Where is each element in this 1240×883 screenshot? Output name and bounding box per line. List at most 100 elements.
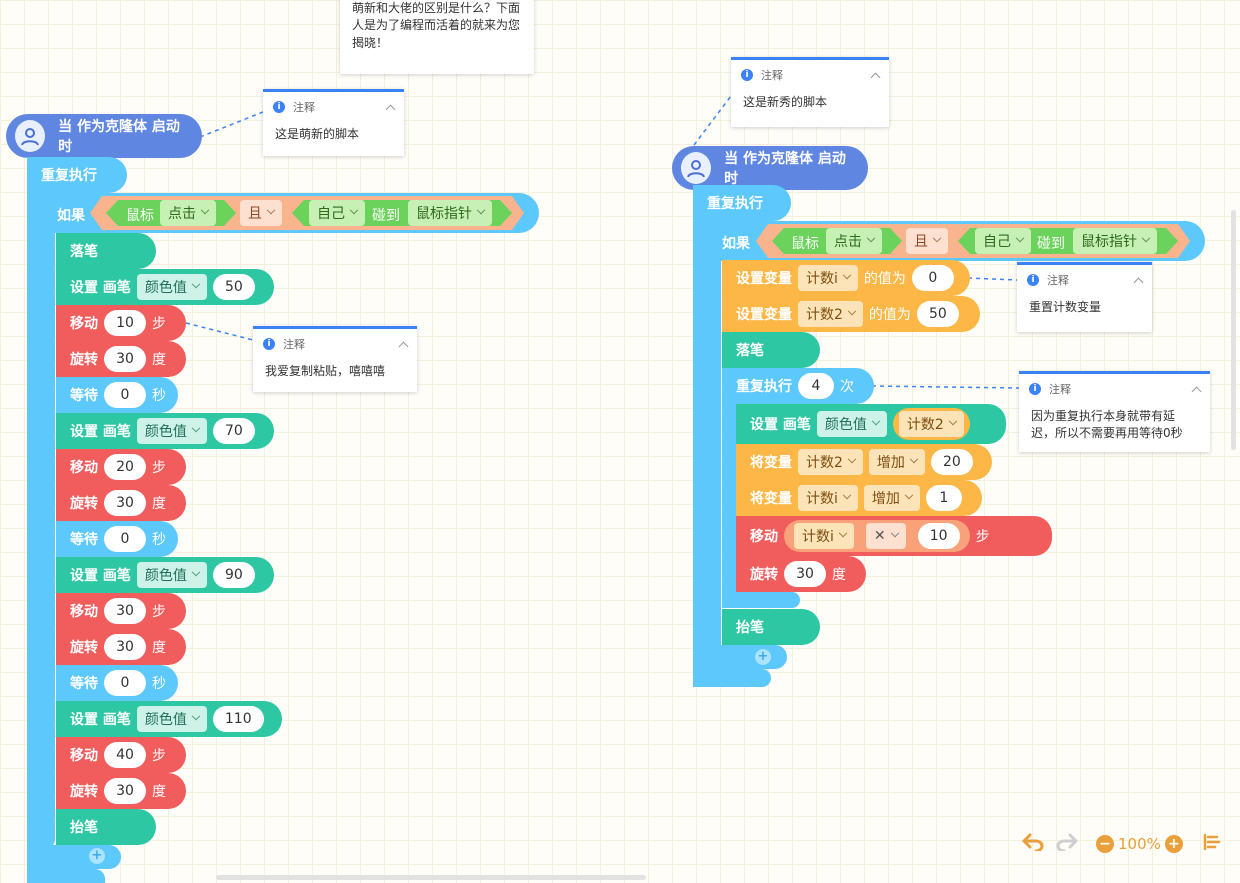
pen-color-input[interactable]: 90 xyxy=(212,562,255,588)
change-amount-input[interactable]: 1 xyxy=(925,485,962,511)
turn-block[interactable]: 旋转 30 度 xyxy=(56,773,186,809)
variable-dropdown[interactable]: 计数i xyxy=(794,523,854,549)
wait-block[interactable]: 等待 0 秒 xyxy=(56,665,178,701)
add-block-icon[interactable]: + xyxy=(755,649,771,665)
variable-value-input[interactable]: 0 xyxy=(911,265,954,291)
self-dropdown[interactable]: 自己 xyxy=(309,200,365,226)
pen-up-block[interactable]: 抬笔 xyxy=(722,609,820,645)
move-block[interactable]: 移动 10 步 xyxy=(56,305,186,341)
collapse-chevron-icon[interactable] xyxy=(385,104,396,114)
collapse-chevron-icon[interactable] xyxy=(1191,386,1202,396)
set-pen-block[interactable]: 设置 画笔 颜色值 50 xyxy=(56,269,274,305)
vertical-scrollbar[interactable] xyxy=(1231,210,1236,450)
undo-icon[interactable] xyxy=(1022,833,1044,855)
forever-block[interactable]: 重复执行 xyxy=(693,185,791,221)
turn-block[interactable]: 旋转 30 度 xyxy=(56,341,186,377)
operation-dropdown[interactable]: 增加 xyxy=(868,449,925,475)
mouse-pointer-dropdown[interactable]: 鼠标指针 xyxy=(1073,228,1157,254)
zoom-out-icon[interactable]: − xyxy=(1096,835,1114,853)
zoom-in-icon[interactable]: + xyxy=(1164,835,1183,853)
move-block[interactable]: 移动 30 步 xyxy=(56,593,186,629)
hat-when-clone-starts[interactable]: 当 作为克隆体 启动时 xyxy=(672,146,868,190)
multiply-operator[interactable]: 计数i ✕ 10 xyxy=(784,520,970,552)
collapse-chevron-icon[interactable] xyxy=(398,341,409,351)
variable-dropdown[interactable]: 计数2 xyxy=(798,301,863,327)
wait-seconds-input[interactable]: 0 xyxy=(104,670,146,696)
click-dropdown[interactable]: 点击 xyxy=(826,228,882,254)
change-amount-input[interactable]: 20 xyxy=(930,449,973,475)
variable-dropdown[interactable]: 计数i xyxy=(798,485,858,511)
move-steps-input[interactable]: 30 xyxy=(104,598,146,624)
pen-color-input[interactable]: 50 xyxy=(212,274,255,300)
operator-dropdown[interactable]: ✕ xyxy=(865,523,906,549)
turn-degrees-input[interactable]: 30 xyxy=(784,561,826,587)
redo-icon[interactable] xyxy=(1056,833,1078,855)
change-variable-block[interactable]: 将变量 计数2 增加 20 xyxy=(736,444,992,480)
move-block[interactable]: 移动 40 步 xyxy=(56,737,186,773)
move-block[interactable]: 移动 计数i ✕ 10 步 xyxy=(736,516,1052,556)
move-steps-input[interactable]: 10 xyxy=(104,310,146,336)
horizontal-scrollbar[interactable] xyxy=(216,875,646,880)
comment-pro[interactable]: i 注释 这是新秀的脚本 xyxy=(731,57,889,127)
move-steps-input[interactable]: 20 xyxy=(104,454,146,480)
move-steps-input[interactable]: 40 xyxy=(104,742,146,768)
variable-dropdown[interactable]: 计数2 xyxy=(898,411,964,437)
set-pen-block[interactable]: 设置 画笔 颜色值 70 xyxy=(56,413,274,449)
pen-color-dropdown[interactable]: 颜色值 xyxy=(136,274,207,300)
pen-color-dropdown[interactable]: 颜色值 xyxy=(136,418,207,444)
variable-dropdown[interactable]: 计数i xyxy=(798,265,858,291)
and-dropdown[interactable]: 且 xyxy=(906,228,948,254)
comment-reset[interactable]: i 注释 重置计数变量 xyxy=(1017,262,1152,332)
set-pen-block[interactable]: 设置 画笔 颜色值 90 xyxy=(56,557,274,593)
repeat-block[interactable]: 重复执行 4 次 xyxy=(722,368,874,404)
turn-block[interactable]: 旋转 30 度 xyxy=(56,629,186,665)
comment-copy[interactable]: i 注释 我爱复制粘贴，嘻嘻嘻 xyxy=(253,326,417,392)
operation-dropdown[interactable]: 增加 xyxy=(863,485,920,511)
and-dropdown[interactable]: 且 xyxy=(240,200,282,226)
collapse-chevron-icon[interactable] xyxy=(1133,277,1144,287)
hat-when-clone-starts[interactable]: 当 作为克隆体 启动时 xyxy=(6,114,202,158)
change-variable-block[interactable]: 将变量 计数i 增加 1 xyxy=(736,480,982,516)
set-variable-block[interactable]: 设置变量 计数2 的值为 50 xyxy=(722,296,980,332)
set-pen-block[interactable]: 设置 画笔 颜色值 计数2 xyxy=(736,404,1006,444)
mouse-pointer-dropdown[interactable]: 鼠标指针 xyxy=(408,200,492,226)
move-block[interactable]: 移动 20 步 xyxy=(56,449,186,485)
set-pen-block[interactable]: 设置 画笔 颜色值 110 xyxy=(56,701,282,737)
wait-seconds-input[interactable]: 0 xyxy=(104,526,146,552)
turn-block[interactable]: 旋转 30 度 xyxy=(736,556,866,592)
steps-label: 步 xyxy=(152,604,166,620)
comment-newbie[interactable]: i 注释 这是萌新的脚本 xyxy=(263,89,404,156)
pen-color-dropdown[interactable]: 颜色值 xyxy=(136,706,207,732)
chevron-down-icon xyxy=(904,490,914,500)
turn-block[interactable]: 旋转 30 度 xyxy=(56,485,186,521)
pen-down-block[interactable]: 落笔 xyxy=(56,233,156,269)
comment-top[interactable]: 萌新和大佬的区别是什么？下面人是为了编程而活着的就来为您揭晓！ xyxy=(340,0,534,74)
pen-down-block[interactable]: 落笔 xyxy=(722,332,820,368)
add-block-icon[interactable]: + xyxy=(89,848,105,864)
forever-block[interactable]: 重复执行 xyxy=(27,157,127,193)
pen-up-block[interactable]: 抬笔 xyxy=(56,809,156,845)
click-dropdown[interactable]: 点击 xyxy=(160,200,216,226)
pen-color-dropdown[interactable]: 颜色值 xyxy=(816,411,887,437)
wait-seconds-input[interactable]: 0 xyxy=(104,382,146,408)
turn-degrees-input[interactable]: 30 xyxy=(104,778,146,804)
variable-value-input[interactable]: 50 xyxy=(916,301,959,327)
variable-reporter[interactable]: 计数2 xyxy=(892,408,970,440)
comment-delay[interactable]: i 注释 因为重复执行本身就带有延迟，所以不需要再用等待0秒 xyxy=(1019,371,1210,452)
wait-block[interactable]: 等待 0 秒 xyxy=(56,521,178,557)
pen-color-dropdown[interactable]: 颜色值 xyxy=(136,562,207,588)
set-variable-block[interactable]: 设置变量 计数i 的值为 0 xyxy=(722,260,970,296)
self-dropdown[interactable]: 自己 xyxy=(975,228,1031,254)
turn-degrees-input[interactable]: 30 xyxy=(104,490,146,516)
tidy-up-icon[interactable] xyxy=(1203,833,1221,854)
pen-color-input[interactable]: 110 xyxy=(212,706,264,732)
turn-degrees-input[interactable]: 30 xyxy=(104,346,146,372)
multiplier-input[interactable]: 10 xyxy=(917,523,960,549)
repeat-count-input[interactable]: 4 xyxy=(798,373,834,399)
variable-dropdown[interactable]: 计数2 xyxy=(798,449,863,475)
collapse-chevron-icon[interactable] xyxy=(870,72,881,82)
wait-block[interactable]: 等待 0 秒 xyxy=(56,377,178,413)
degrees-label: 度 xyxy=(152,640,166,656)
turn-degrees-input[interactable]: 30 xyxy=(104,634,146,660)
pen-color-input[interactable]: 70 xyxy=(212,418,255,444)
